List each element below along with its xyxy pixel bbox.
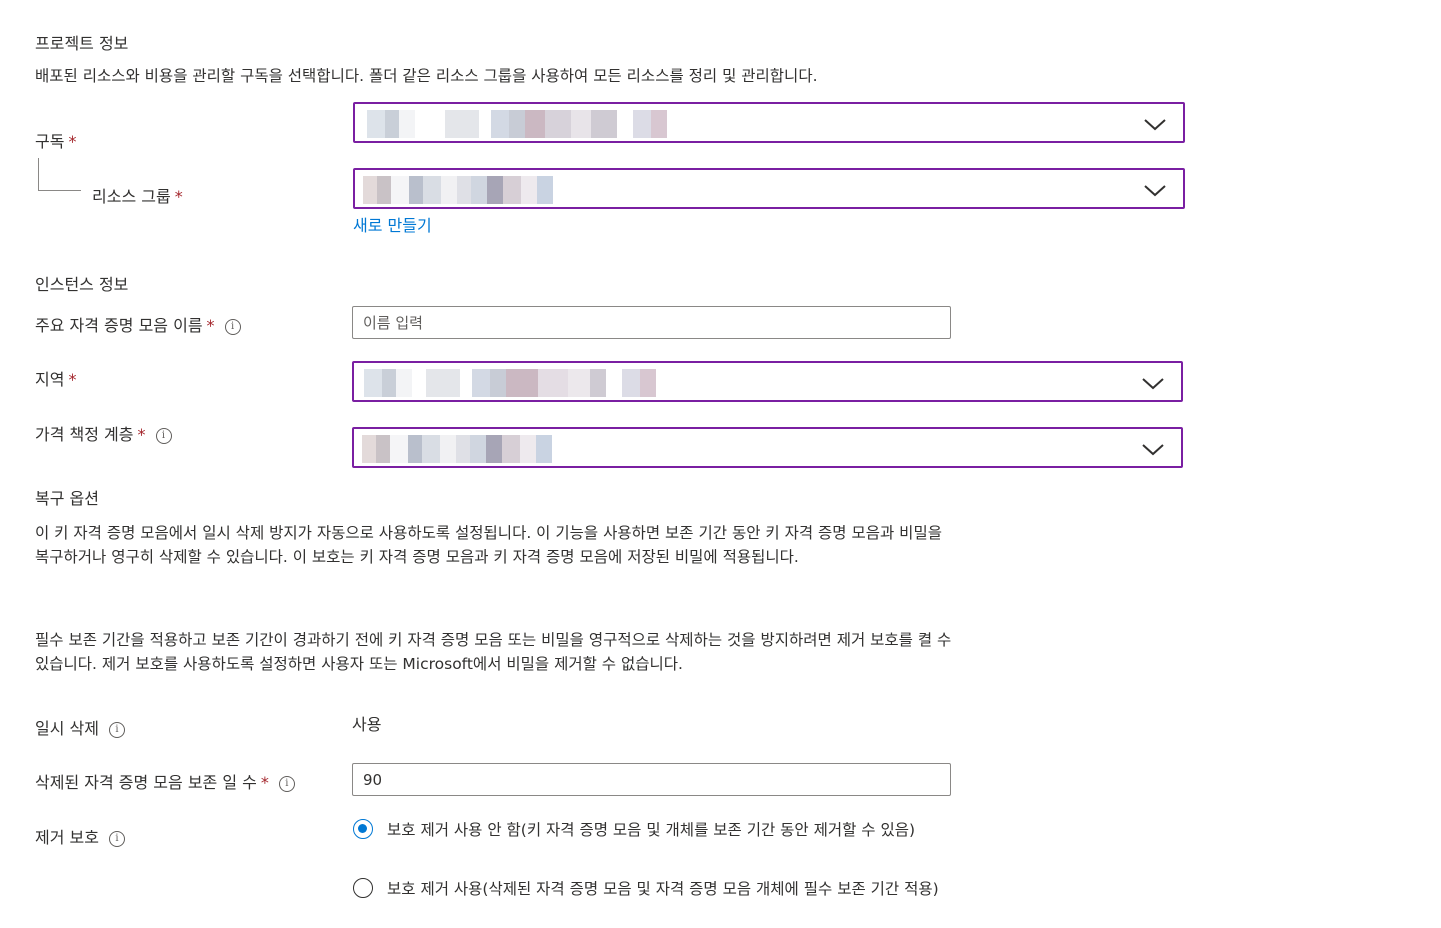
- subscription-dropdown[interactable]: [353, 102, 1185, 143]
- info-icon[interactable]: i: [224, 318, 241, 335]
- region-dropdown[interactable]: [352, 361, 1183, 402]
- redacted-value: [367, 110, 667, 138]
- info-icon[interactable]: i: [155, 427, 172, 444]
- chevron-down-icon[interactable]: [1143, 182, 1167, 198]
- pricing-tier-label: 가격 책정 계층 * i: [35, 421, 172, 445]
- project-details-description: 배포된 리소스와 비용을 관리할 구독을 선택합니다. 폴더 같은 리소스 그룹…: [35, 67, 818, 84]
- subscription-label: 구독 *: [35, 132, 77, 151]
- required-marker: *: [68, 132, 77, 151]
- info-icon[interactable]: i: [278, 775, 295, 792]
- soft-delete-value: 사용: [352, 715, 382, 734]
- required-marker: *: [260, 773, 269, 792]
- retention-days-label: 삭제된 자격 증명 모음 보존 일 수 * i: [35, 769, 295, 793]
- info-icon[interactable]: i: [108, 830, 125, 847]
- purge-enable-option-label[interactable]: 보호 제거 사용(삭제된 자격 증명 모음 및 자격 증명 모음 개체에 필수 …: [387, 877, 947, 901]
- required-marker: *: [68, 370, 77, 389]
- info-icon[interactable]: i: [108, 721, 125, 738]
- tree-connector: [38, 158, 81, 191]
- redacted-value: [364, 369, 656, 397]
- region-label: 지역 *: [35, 370, 77, 389]
- pricing-tier-dropdown[interactable]: [352, 427, 1183, 468]
- chevron-down-icon[interactable]: [1141, 375, 1165, 391]
- vault-name-input[interactable]: [352, 306, 951, 339]
- vault-name-label: 주요 자격 증명 모음 이름 * i: [35, 312, 241, 336]
- retention-days-input[interactable]: [352, 763, 951, 796]
- purge-protection-label: 제거 보호 i: [35, 824, 125, 848]
- purge-enable-radio[interactable]: [353, 878, 373, 898]
- recovery-description-2: 필수 보존 기간을 적용하고 보존 기간이 경과하기 전에 키 자격 증명 모음…: [35, 631, 952, 673]
- recovery-description-1: 이 키 자격 증명 모음에서 일시 삭제 방지가 자동으로 사용하도록 설정됩니…: [35, 524, 942, 566]
- chevron-down-icon[interactable]: [1141, 441, 1165, 457]
- soft-delete-label: 일시 삭제 i: [35, 715, 125, 739]
- instance-details-heading: 인스턴스 정보: [35, 275, 129, 294]
- chevron-down-icon[interactable]: [1143, 116, 1167, 132]
- create-new-resource-group-link[interactable]: 새로 만들기: [353, 212, 432, 236]
- resource-group-dropdown[interactable]: [353, 168, 1185, 209]
- project-details-heading: 프로젝트 정보: [35, 34, 129, 53]
- required-marker: *: [137, 425, 146, 444]
- redacted-value: [362, 435, 552, 463]
- purge-disable-option-label[interactable]: 보호 제거 사용 안 함(키 자격 증명 모음 및 개체를 보존 기간 동안 제…: [387, 818, 947, 842]
- purge-disable-radio[interactable]: [353, 819, 373, 839]
- redacted-value: [363, 176, 553, 204]
- recovery-options-heading: 복구 옵션: [35, 489, 99, 508]
- required-marker: *: [206, 316, 215, 335]
- resource-group-label: 리소스 그룹 *: [92, 187, 183, 206]
- required-marker: *: [174, 187, 183, 206]
